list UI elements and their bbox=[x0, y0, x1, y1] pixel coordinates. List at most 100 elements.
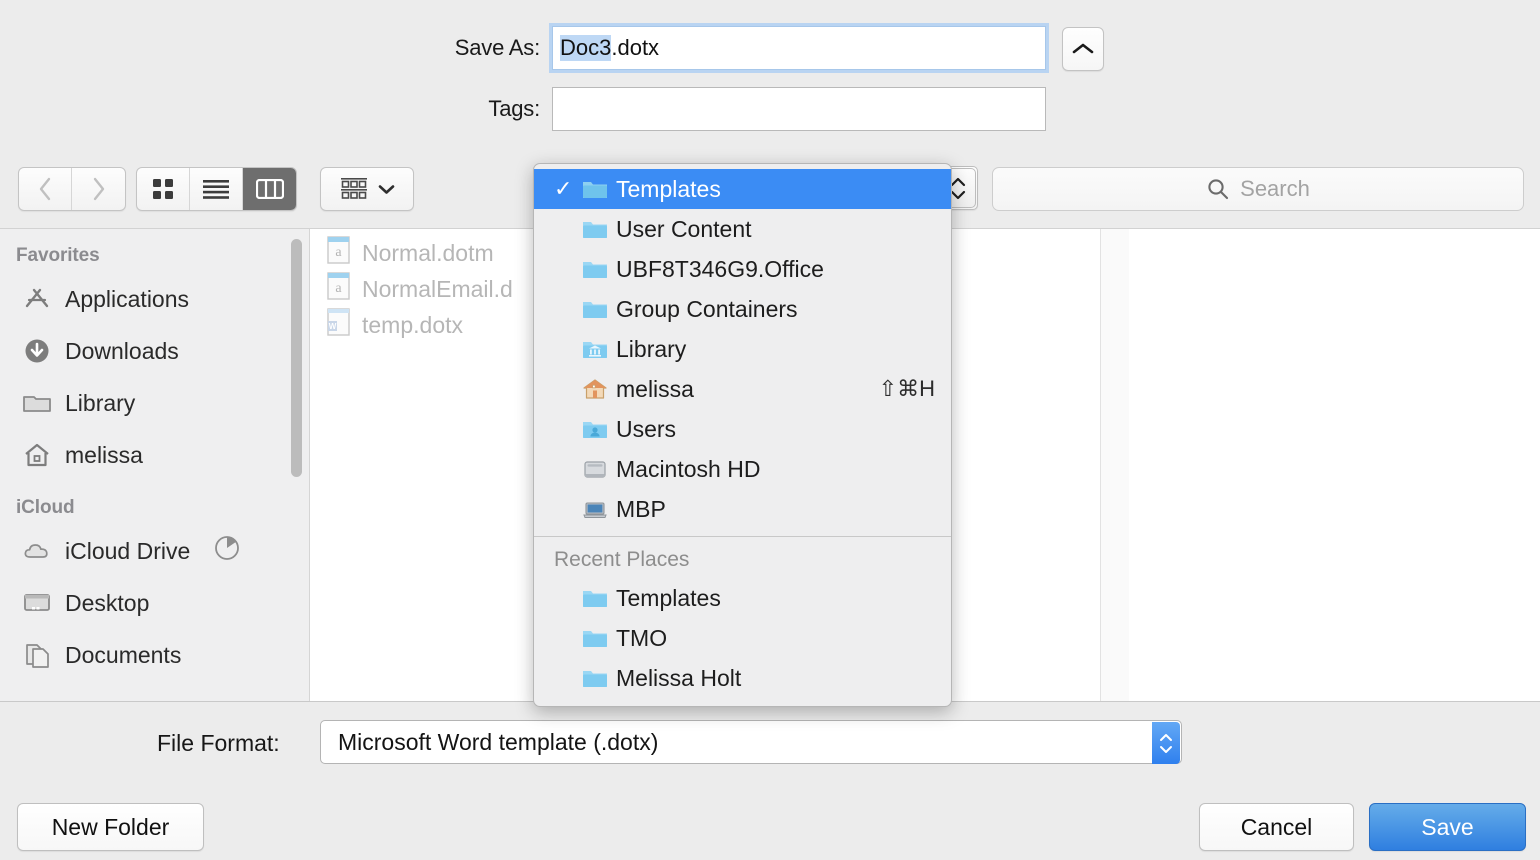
list-item[interactable]: a Normal.dotm bbox=[310, 235, 560, 271]
sidebar-item-downloads[interactable]: Downloads bbox=[0, 325, 309, 377]
sidebar-item-library[interactable]: Library bbox=[0, 377, 309, 429]
menu-separator bbox=[534, 536, 951, 537]
file-list-column: a Normal.dotm a NormalEmail.d W temp.dot… bbox=[310, 229, 561, 701]
list-view-button[interactable] bbox=[190, 168, 243, 210]
sidebar-item-applications[interactable]: Applications bbox=[0, 273, 309, 325]
grid-view-icon bbox=[153, 179, 173, 199]
sidebar-item-melissa[interactable]: melissa bbox=[0, 429, 309, 481]
menu-item-label: User Content bbox=[616, 215, 752, 242]
menu-item-shortcut: ⇧⌘H bbox=[878, 376, 935, 401]
folder-blue-icon bbox=[582, 218, 616, 240]
sidebar-item-icloud-drive[interactable]: iCloud Drive bbox=[0, 525, 309, 577]
menu-item-ubf8t346g9-office[interactable]: UBF8T346G9.Office bbox=[534, 249, 951, 289]
menu-item-users[interactable]: Users bbox=[534, 409, 951, 449]
search-input[interactable]: Search bbox=[992, 167, 1524, 211]
sidebar-item-label: Documents bbox=[65, 641, 182, 668]
chevron-right-icon bbox=[93, 177, 104, 201]
icon-view-button[interactable] bbox=[137, 168, 190, 210]
sidebar-item-label: melissa bbox=[65, 441, 143, 468]
menu-item-user-content[interactable]: User Content bbox=[534, 209, 951, 249]
menu-item-group-containers[interactable]: Group Containers bbox=[534, 289, 951, 329]
chevron-down-icon bbox=[1160, 745, 1172, 753]
list-item-label: temp.dotx bbox=[362, 311, 463, 338]
sidebar-item-label: Applications bbox=[65, 285, 190, 312]
sidebar-item-desktop[interactable]: Desktop bbox=[0, 577, 309, 629]
list-view-icon bbox=[203, 180, 229, 199]
list-item[interactable]: a NormalEmail.d bbox=[310, 271, 560, 307]
file-format-stepper[interactable] bbox=[1152, 722, 1180, 764]
menu-item-label: Melissa Holt bbox=[616, 664, 742, 691]
arrange-button[interactable] bbox=[320, 167, 414, 211]
folder-blue-icon bbox=[582, 258, 616, 280]
save-button[interactable]: Save bbox=[1369, 803, 1526, 851]
list-item[interactable]: W temp.dotx bbox=[310, 307, 560, 343]
folder-blue-icon bbox=[582, 298, 616, 320]
navigation-buttons bbox=[18, 167, 126, 211]
menu-item-label: Users bbox=[616, 415, 677, 442]
save-as-label: Save As: bbox=[454, 35, 540, 60]
file-browser-column-2 bbox=[1100, 229, 1130, 701]
cancel-button[interactable]: Cancel bbox=[1199, 803, 1354, 851]
save-as-input[interactable]: Doc3 .dotx bbox=[549, 23, 1049, 73]
checkmark-icon: ✓ bbox=[554, 176, 573, 201]
sidebar: Favorites Applications Downloads Library… bbox=[0, 229, 310, 701]
word-template-icon: W bbox=[326, 307, 352, 343]
menu-item-label: Library bbox=[616, 335, 687, 362]
menu-item-melissa[interactable]: melissa ⇧⌘H bbox=[534, 369, 951, 409]
tags-row: Tags: bbox=[400, 87, 1046, 131]
laptop-icon bbox=[582, 498, 616, 520]
column-view-icon bbox=[255, 179, 284, 199]
sidebar-section-favorites-title: Favorites bbox=[16, 245, 100, 266]
folder-blue-icon bbox=[582, 178, 616, 200]
folder-blue-icon bbox=[582, 667, 616, 689]
svg-text:a: a bbox=[335, 281, 342, 296]
dialog-footer: New Folder Cancel Save bbox=[0, 790, 1540, 860]
menu-item-label: Templates bbox=[616, 175, 721, 202]
menu-item-recent-melissa-holt[interactable]: Melissa Holt bbox=[534, 658, 951, 698]
menu-item-label: Templates bbox=[616, 584, 721, 611]
file-browser-column-3 bbox=[1129, 229, 1540, 701]
sidebar-item-label: Desktop bbox=[65, 589, 150, 616]
desktop-icon bbox=[22, 588, 52, 618]
tags-input[interactable] bbox=[552, 87, 1046, 131]
view-mode-buttons bbox=[136, 167, 297, 211]
save-as-selected-text: Doc3 bbox=[560, 35, 612, 61]
chevron-left-icon bbox=[39, 177, 51, 201]
chevron-up-icon bbox=[1072, 43, 1094, 54]
menu-item-label: UBF8T346G9.Office bbox=[616, 255, 824, 282]
column-view-button[interactable] bbox=[243, 168, 296, 210]
svg-text:W: W bbox=[329, 322, 337, 331]
file-format-value: Microsoft Word template (.dotx) bbox=[338, 728, 659, 755]
forward-button[interactable] bbox=[72, 168, 125, 210]
menu-item-mbp[interactable]: MBP bbox=[534, 489, 951, 529]
menu-item-macintosh-hd[interactable]: Macintosh HD bbox=[534, 449, 951, 489]
chevron-up-icon bbox=[950, 177, 966, 186]
save-as-extension-text: .dotx bbox=[611, 35, 660, 60]
applications-icon bbox=[22, 284, 52, 314]
folder-library-icon bbox=[582, 338, 616, 360]
new-folder-button[interactable]: New Folder bbox=[17, 803, 204, 851]
file-format-row: File Format: Microsoft Word template (.d… bbox=[0, 718, 1540, 768]
menu-item-recent-tmo[interactable]: TMO bbox=[534, 618, 951, 658]
documents-icon bbox=[22, 640, 52, 670]
menu-item-label: Macintosh HD bbox=[616, 455, 761, 482]
sidebar-item-documents[interactable]: Documents bbox=[0, 629, 309, 681]
arrange-button-inner[interactable] bbox=[321, 168, 413, 210]
folder-blue-icon bbox=[582, 627, 616, 649]
sync-progress-icon bbox=[213, 534, 241, 568]
menu-item-label: MBP bbox=[616, 495, 666, 522]
back-button[interactable] bbox=[19, 168, 72, 210]
word-macro-template-icon: a bbox=[326, 235, 352, 271]
file-format-popup-button[interactable]: Microsoft Word template (.dotx) bbox=[320, 720, 1182, 764]
arrange-icon bbox=[341, 178, 367, 199]
cloud-icon bbox=[22, 536, 52, 566]
folder-users-icon bbox=[582, 418, 616, 440]
menu-item-library[interactable]: Library bbox=[534, 329, 951, 369]
collapse-dialog-button[interactable] bbox=[1062, 27, 1104, 71]
menu-item-recent-templates[interactable]: Templates bbox=[534, 578, 951, 618]
menu-item-templates[interactable]: ✓ Templates bbox=[534, 169, 951, 209]
word-macro-template-icon: a bbox=[326, 271, 352, 307]
sidebar-scrollbar[interactable] bbox=[291, 239, 302, 477]
menu-item-label: melissa bbox=[616, 375, 694, 402]
sidebar-section-icloud-title: iCloud bbox=[16, 497, 75, 518]
